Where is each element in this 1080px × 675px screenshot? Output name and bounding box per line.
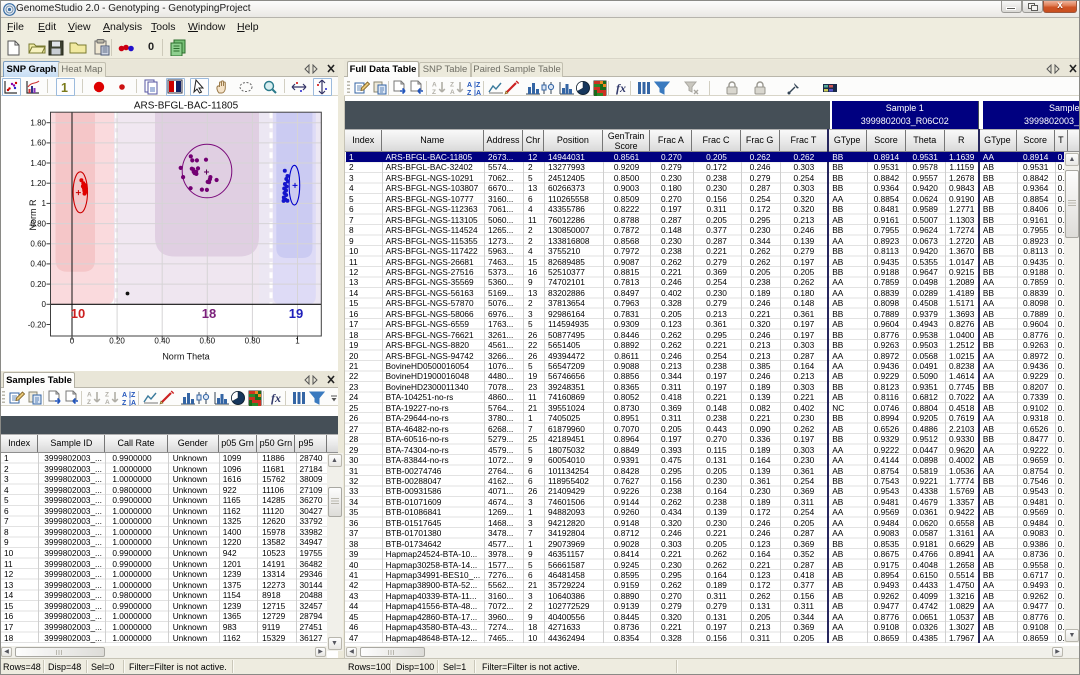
svg-text:19: 19 [289, 306, 303, 321]
svg-text:fx: fx [271, 391, 281, 405]
svg-text:0.40: 0.40 [30, 260, 46, 269]
svg-text:1.20: 1.20 [30, 179, 46, 188]
svg-text:Z: Z [450, 82, 454, 89]
svg-text:|Z: |Z [474, 82, 481, 89]
svg-text:ARS-BFGL-BAC-11805: ARS-BFGL-BAC-11805 [134, 100, 239, 111]
svg-text:|Z: |Z [129, 392, 136, 399]
svg-text:1.40: 1.40 [30, 159, 46, 168]
svg-text:0.60: 0.60 [30, 240, 46, 249]
svg-text:0.80: 0.80 [245, 337, 261, 346]
svg-text:Norm R: Norm R [28, 199, 38, 230]
svg-text:Z: Z [87, 399, 91, 406]
svg-text:A: A [450, 89, 455, 96]
svg-text:A: A [467, 82, 472, 89]
svg-text:Norm Theta: Norm Theta [162, 352, 209, 362]
svg-text:1: 1 [295, 337, 300, 346]
svg-text:1.60: 1.60 [30, 139, 46, 148]
svg-text:1.80: 1.80 [30, 119, 46, 128]
svg-text:0.40: 0.40 [154, 337, 170, 346]
svg-text:Z: Z [105, 392, 109, 399]
svg-text:0: 0 [70, 337, 75, 346]
svg-text:1: 1 [42, 199, 47, 208]
svg-text:10: 10 [71, 306, 85, 321]
svg-text:0.20: 0.20 [30, 280, 46, 289]
svg-text:Z: Z [432, 89, 436, 96]
svg-text:1: 1 [61, 81, 68, 95]
svg-text:A: A [105, 399, 110, 406]
svg-text:18: 18 [202, 306, 216, 321]
svg-text:0.60: 0.60 [200, 337, 216, 346]
svg-text:0.20: 0.20 [109, 337, 125, 346]
svg-text:A: A [122, 392, 127, 399]
svg-text:A: A [87, 392, 92, 399]
svg-text:-0.20: -0.20 [28, 320, 47, 329]
svg-text:0: 0 [42, 300, 47, 309]
svg-text:A: A [432, 82, 437, 89]
svg-text:fx: fx [616, 81, 626, 95]
